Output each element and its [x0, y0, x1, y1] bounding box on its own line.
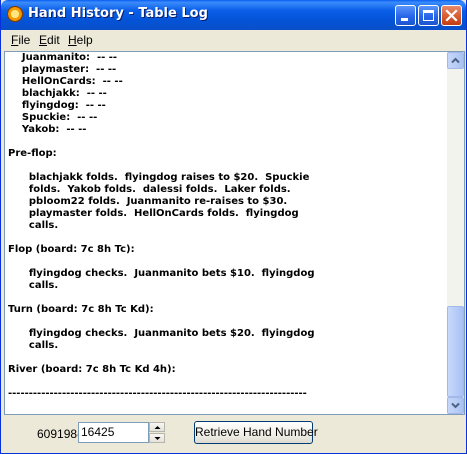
- arrow-down-icon: [451, 402, 460, 409]
- scroll-up-button[interactable]: [447, 52, 464, 69]
- arrow-up-icon: [154, 426, 161, 429]
- hand-lookup-bar: 609198- 16425 Retrieve Hand Number: [2, 416, 465, 452]
- arrow-down-icon: [154, 437, 161, 440]
- hand-number-input[interactable]: 16425: [78, 422, 149, 443]
- arrow-up-icon: [451, 57, 460, 64]
- menu-bar: File Edit Help: [2, 30, 465, 50]
- window-title: Hand History - Table Log: [28, 6, 208, 21]
- hand-log-text: Juanmanito: -- -- playmaster: -- -- Hell…: [8, 52, 315, 399]
- hand-history-window: Hand History - Table Log File Edit Help …: [0, 0, 467, 454]
- app-icon: [7, 6, 23, 22]
- menu-help[interactable]: Help: [68, 33, 93, 47]
- vertical-scrollbar[interactable]: [447, 52, 464, 414]
- hand-number-spinner[interactable]: [149, 422, 165, 443]
- maximize-icon: [423, 10, 434, 21]
- spin-down-button[interactable]: [149, 433, 165, 443]
- title-bar[interactable]: Hand History - Table Log: [1, 0, 466, 30]
- scrollbar-thumb[interactable]: [447, 306, 464, 397]
- close-icon: [445, 9, 458, 22]
- retrieve-hand-button[interactable]: Retrieve Hand Number: [194, 421, 318, 444]
- close-button[interactable]: [441, 5, 462, 26]
- minimize-button[interactable]: [395, 5, 416, 26]
- minimize-icon: [401, 18, 408, 21]
- hand-number-prefix: 609198-: [37, 427, 82, 441]
- scroll-down-button[interactable]: [447, 397, 464, 414]
- menu-file[interactable]: File: [11, 33, 30, 47]
- maximize-button[interactable]: [418, 5, 439, 26]
- hand-log-textarea[interactable]: Juanmanito: -- -- playmaster: -- -- Hell…: [4, 51, 465, 415]
- spin-up-button[interactable]: [149, 422, 165, 432]
- menu-edit[interactable]: Edit: [39, 33, 60, 47]
